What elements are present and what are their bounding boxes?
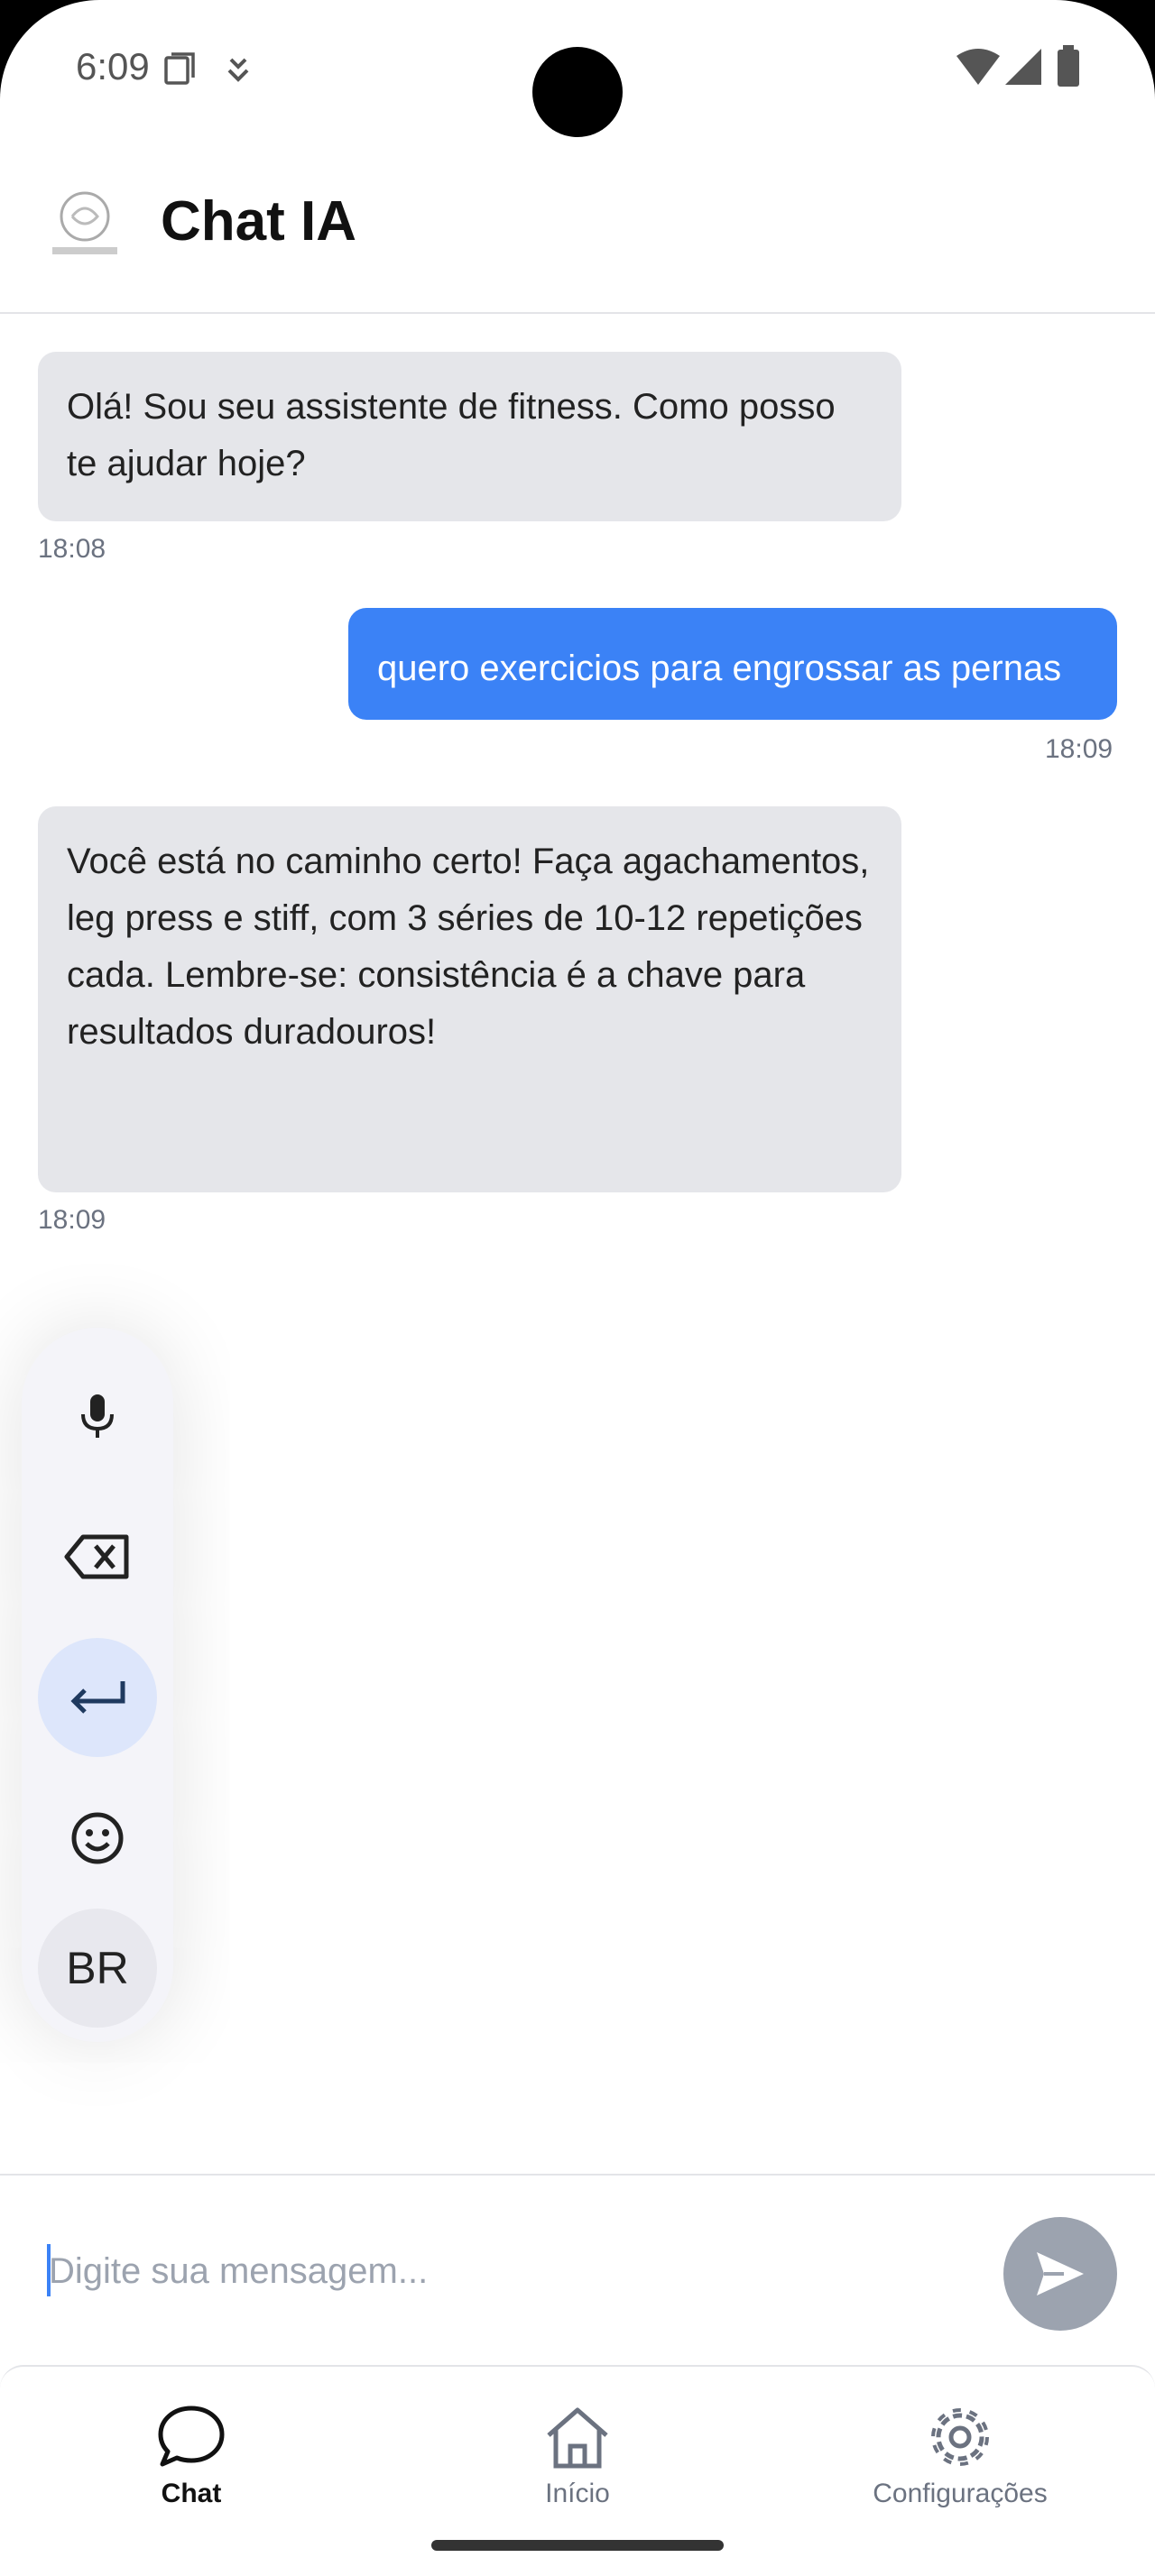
- message-timestamp: 18:08: [38, 534, 106, 564]
- tab-inicio[interactable]: Início: [442, 2401, 713, 2509]
- chat-bubble-icon: [158, 2406, 225, 2467]
- bot-message: Você está no caminho certo! Faça agacham…: [38, 806, 901, 1192]
- tab-label: Configurações: [873, 2479, 1048, 2508]
- message-composer: [0, 2174, 1155, 2365]
- tab-label: Início: [545, 2479, 610, 2508]
- signal-icon: [1005, 49, 1041, 89]
- tab-label: Chat: [161, 2479, 222, 2508]
- message-input[interactable]: [47, 2239, 953, 2304]
- status-bar: 6:09: [0, 0, 1155, 144]
- app-header: Chat IA: [0, 171, 1155, 314]
- microphone-icon: [81, 1394, 114, 1438]
- emoji-button[interactable]: [38, 1779, 157, 1898]
- message-text: quero exercicios para engrossar as perna…: [377, 649, 1062, 688]
- message-timestamp: 18:09: [1045, 734, 1113, 764]
- text-cursor: [47, 2244, 51, 2296]
- bot-message: Olá! Sou seu assistente de fitness. Como…: [38, 352, 901, 521]
- send-button[interactable]: [1003, 2217, 1117, 2331]
- enter-button[interactable]: [38, 1638, 157, 1757]
- screenshot-icon: [162, 51, 199, 91]
- enter-icon: [70, 1681, 125, 1714]
- send-icon: [1037, 2252, 1084, 2295]
- tab-configuracoes[interactable]: Configurações: [825, 2401, 1095, 2509]
- gear-icon: [931, 2408, 989, 2466]
- page-title: Chat IA: [161, 190, 356, 253]
- microphone-button[interactable]: [38, 1357, 157, 1476]
- home-indicator[interactable]: [431, 2540, 724, 2551]
- download-arrow-icon: [224, 51, 253, 91]
- camera-cutout: [532, 47, 623, 137]
- backspace-button[interactable]: [38, 1497, 157, 1616]
- emoji-icon: [71, 1812, 124, 1864]
- language-button[interactable]: BR: [38, 1909, 157, 2028]
- message-text: Olá! Sou seu assistente de fitness. Como…: [67, 387, 836, 483]
- wifi-icon: [956, 49, 1000, 89]
- app-screen: 6:09 Chat IA Olá! Sou seu assistente de …: [0, 0, 1155, 2576]
- message-text: Você está no caminho certo! Faça agacham…: [67, 842, 870, 1052]
- backspace-icon: [64, 1534, 129, 1579]
- battery-icon: [1056, 45, 1081, 91]
- message-timestamp: 18:09: [38, 1205, 106, 1235]
- status-time: 6:09: [76, 45, 150, 87]
- keyboard-toolbar: BR: [22, 1328, 173, 2042]
- home-icon: [547, 2407, 608, 2469]
- app-logo: [47, 188, 123, 263]
- user-message: quero exercicios para engrossar as perna…: [348, 608, 1117, 720]
- tab-chat[interactable]: Chat: [56, 2401, 327, 2509]
